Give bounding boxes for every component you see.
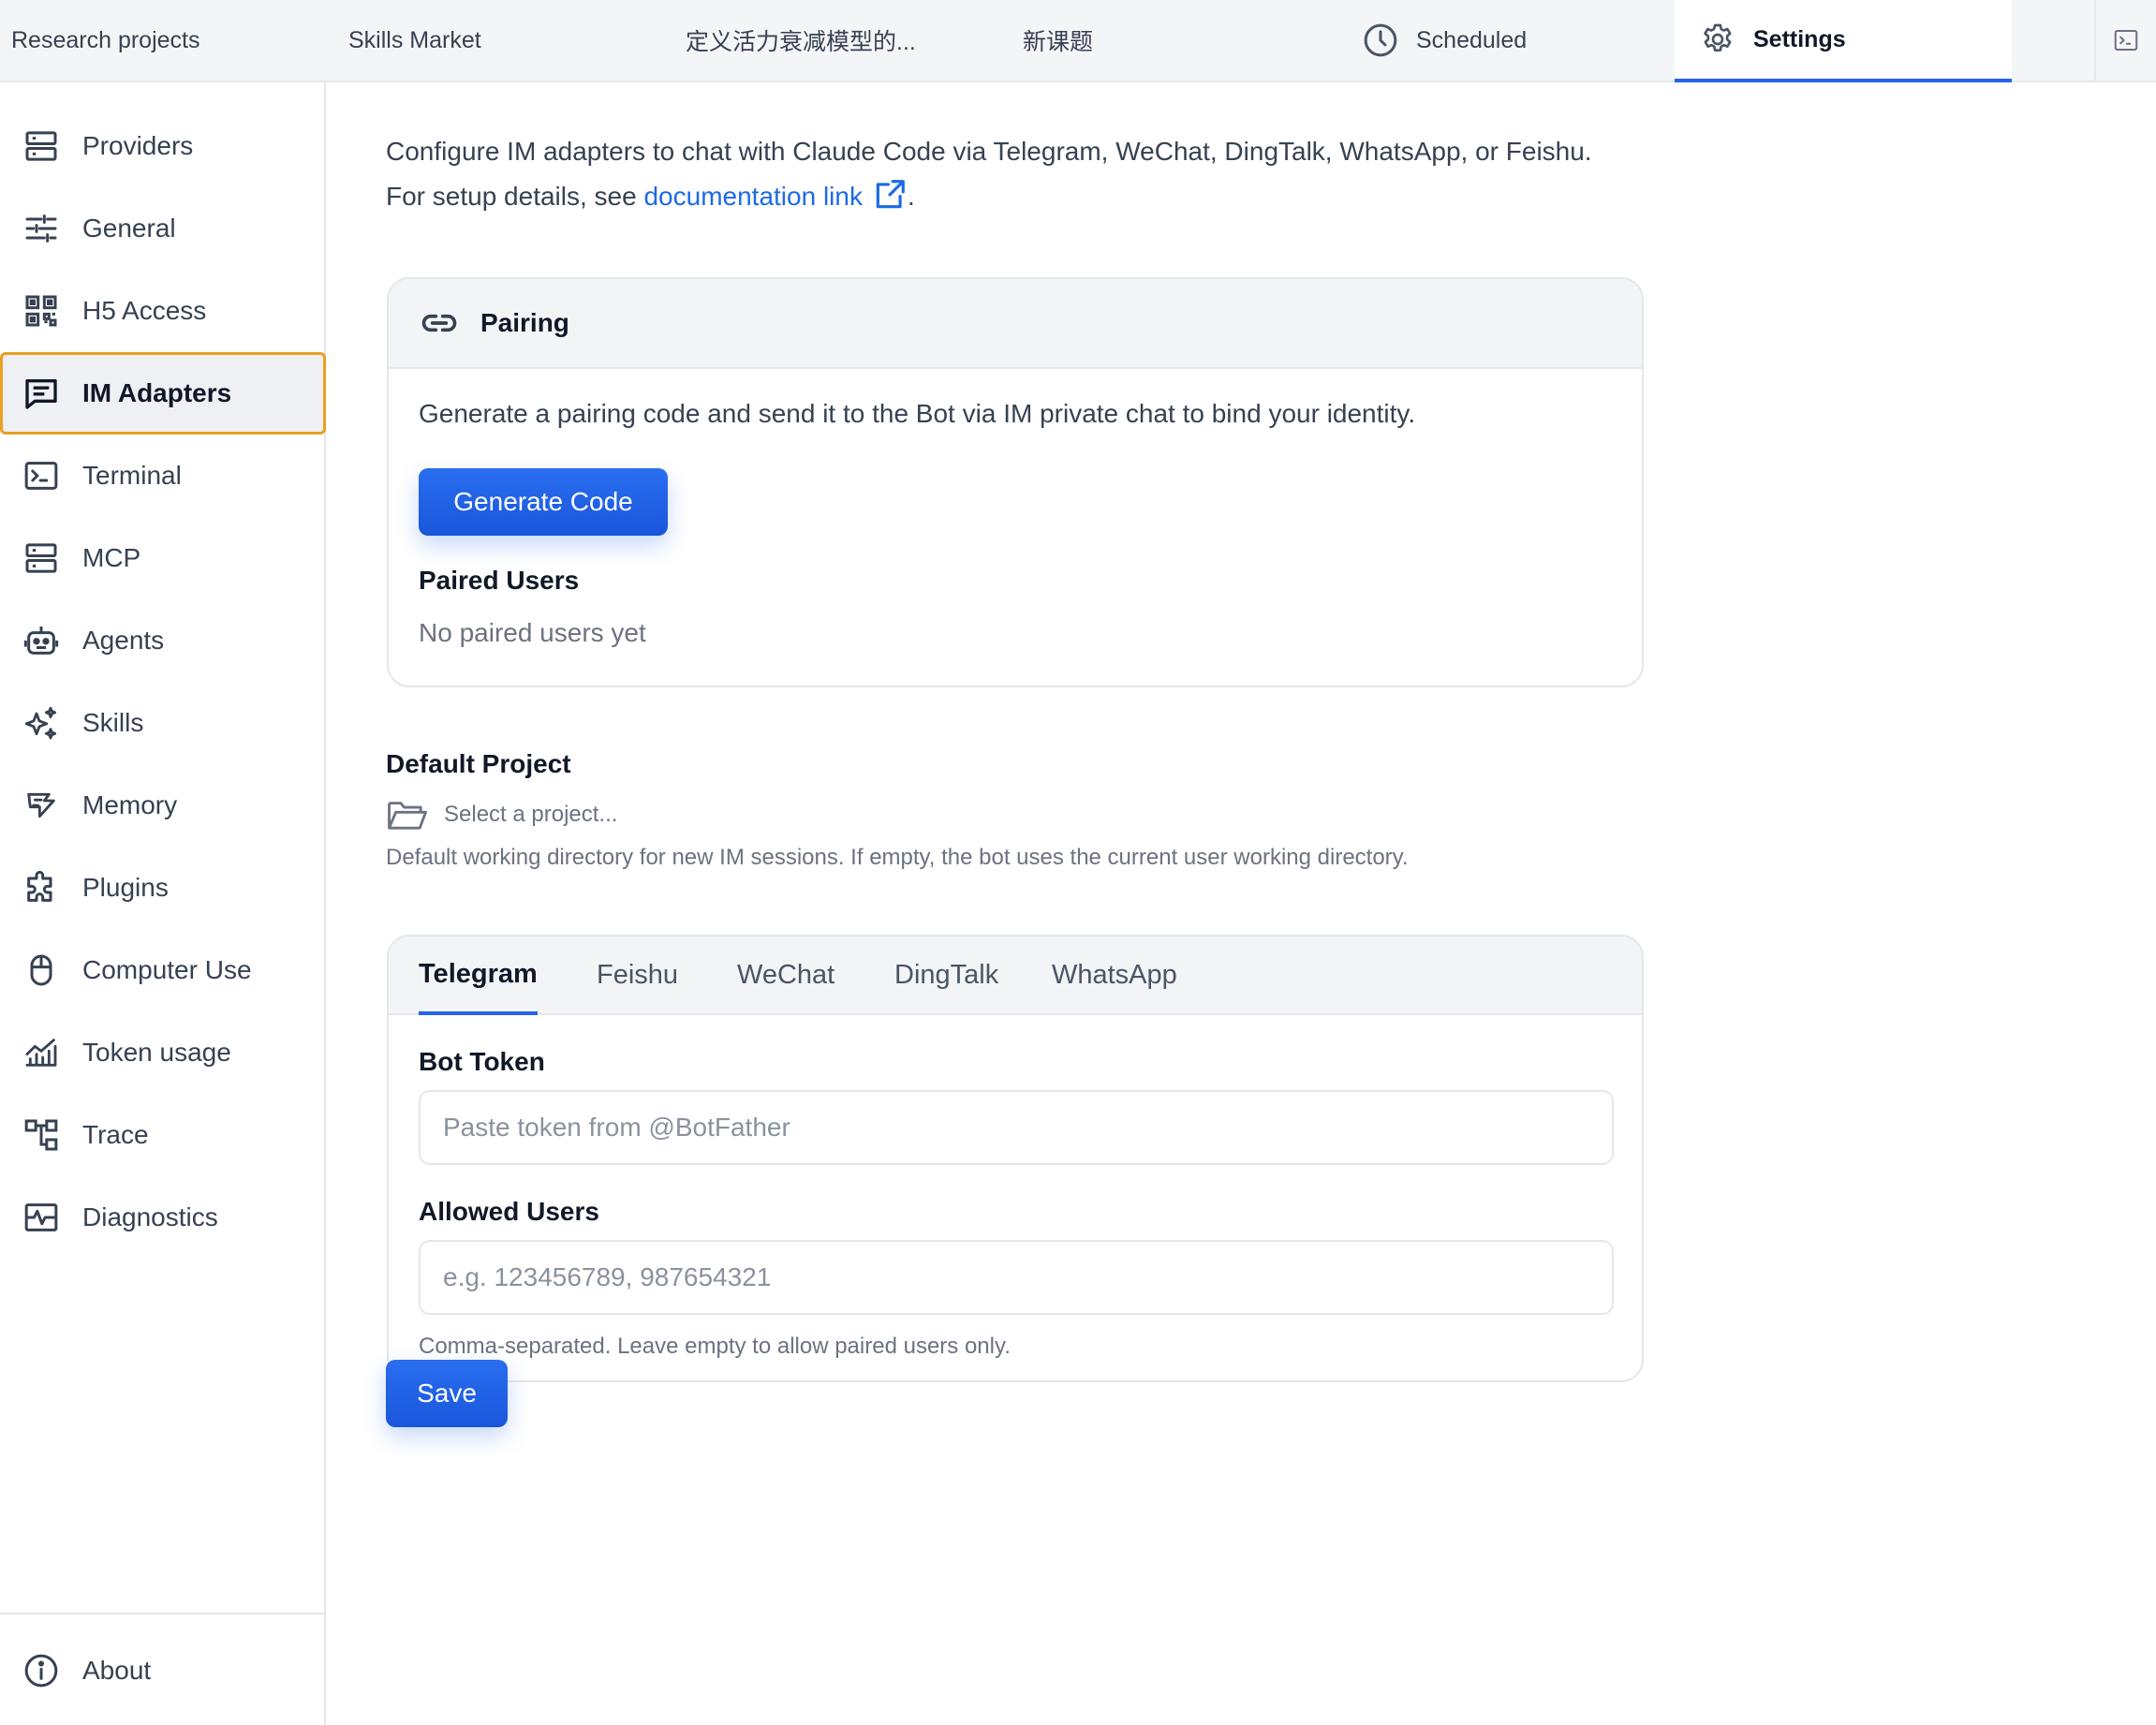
paired-users-title: Paired Users: [419, 566, 580, 595]
allowed-users-help: Comma-separated. Leave empty to allow pa…: [419, 1334, 1011, 1359]
tab-label: 新课题: [1023, 29, 1094, 55]
puzzle-icon: [27, 870, 52, 902]
sidebar-item-h5-access[interactable]: H5 Access: [0, 270, 326, 352]
tab-label: 定义活力衰减模型的...: [686, 29, 916, 55]
sidebar-item-computer-use[interactable]: Computer Use: [0, 929, 326, 1011]
im-platform-tabs: Telegram Feishu WeChat DingTalk WhatsApp: [389, 936, 1642, 1015]
robot-icon: [23, 627, 59, 655]
default-project-help: Default working directory for new IM ses…: [386, 845, 1409, 870]
sidebar-item-label: Plugins: [82, 873, 169, 902]
tab-new-topic[interactable]: 新课题: [1023, 0, 1093, 81]
default-project-select[interactable]: Select a project...: [386, 794, 617, 835]
sidebar-item-label: Terminal: [82, 461, 182, 490]
sidebar-item-label: Skills: [82, 708, 144, 737]
pulse-icon: [24, 1203, 58, 1231]
folder-open-icon: [388, 802, 427, 830]
link-icon: [421, 314, 457, 332]
trace-icon: [24, 1119, 58, 1151]
default-project-title: Default Project: [386, 749, 571, 778]
bot-token-label: Bot Token: [419, 1047, 545, 1076]
pairing-header: Pairing: [389, 279, 1642, 369]
sidebar-item-label: Computer Use: [82, 955, 252, 984]
sidebar-item-about[interactable]: About: [0, 1629, 326, 1712]
tab-label: Skills Market: [348, 26, 481, 53]
adapter-config-card: Telegram Feishu WeChat DingTalk WhatsApp…: [387, 935, 1644, 1382]
sidebar-item-label: IM Adapters: [82, 378, 232, 407]
default-project-placeholder: Select a project...: [444, 802, 618, 827]
pairing-title: Pairing: [480, 308, 569, 337]
tab-settings[interactable]: Settings: [1675, 0, 2012, 82]
sidebar-item-label: About: [82, 1656, 152, 1685]
sidebar-item-terminal[interactable]: Terminal: [0, 435, 326, 517]
allowed-users-label: Allowed Users: [419, 1197, 599, 1226]
sidebar-item-label: Token usage: [82, 1038, 231, 1067]
tab-label: Research projects: [11, 26, 200, 53]
gear-icon: [1704, 23, 1732, 52]
intro-end: .: [907, 182, 915, 211]
sidebar-item-memory[interactable]: Memory: [0, 764, 326, 847]
intro-text: Configure IM adapters to chat with Claud…: [386, 129, 1603, 219]
clock-icon: [1364, 23, 1397, 57]
sidebar-item-token-usage[interactable]: Token usage: [0, 1011, 326, 1094]
sparkles-icon: [24, 706, 57, 740]
terminal-icon: [24, 462, 58, 490]
chart-icon: [25, 1039, 57, 1067]
mouse-icon: [30, 954, 52, 986]
tab-whatsapp[interactable]: WhatsApp: [1052, 936, 1177, 1013]
server-icon: [25, 131, 57, 161]
sidebar-item-trace[interactable]: Trace: [0, 1094, 326, 1176]
tab-research-projects[interactable]: Research projects: [11, 0, 199, 81]
documentation-link[interactable]: documentation link: [643, 180, 907, 211]
sidebar-item-label: Diagnostics: [82, 1202, 218, 1231]
pairing-description: Generate a pairing code and send it to t…: [419, 399, 1416, 428]
sidebar-footer: About: [0, 1613, 324, 1725]
settings-sidebar: Providers General H5 Access IM Adapters …: [0, 82, 326, 1725]
save-button[interactable]: Save: [386, 1360, 508, 1427]
paired-users-empty: No paired users yet: [419, 618, 646, 647]
terminal-panel-icon: [2114, 30, 2138, 51]
tab-label: Settings: [1753, 25, 1846, 52]
sidebar-item-label: Trace: [82, 1120, 149, 1149]
external-link-icon: [876, 180, 905, 209]
sidebar-item-diagnostics[interactable]: Diagnostics: [0, 1176, 326, 1259]
tab-skills-market[interactable]: Skills Market: [348, 0, 481, 81]
pairing-card: Pairing Generate a pairing code and send…: [387, 277, 1644, 687]
sidebar-item-agents[interactable]: Agents: [0, 599, 326, 682]
chat-icon: [25, 379, 57, 409]
sidebar-item-im-adapters[interactable]: IM Adapters: [0, 352, 326, 435]
brain-icon: [27, 792, 55, 818]
sidebar-item-label: Providers: [82, 131, 194, 160]
sidebar-item-mcp[interactable]: MCP: [0, 517, 326, 599]
top-tab-bar: Research projects Skills Market 定义活力衰减模型…: [0, 0, 2156, 82]
documentation-link-label: documentation link: [643, 182, 863, 211]
tab-dingtalk[interactable]: DingTalk: [894, 936, 998, 1013]
settings-content: Configure IM adapters to chat with Claud…: [328, 82, 2156, 1725]
tab-telegram[interactable]: Telegram: [419, 936, 538, 1015]
sliders-icon: [25, 214, 57, 243]
bot-token-input[interactable]: [419, 1090, 1614, 1165]
sidebar-item-label: H5 Access: [82, 296, 207, 325]
server-icon: [25, 543, 57, 573]
tab-vitality-decay-model[interactable]: 定义活力衰减模型的...: [686, 0, 916, 81]
tab-wechat[interactable]: WeChat: [737, 936, 834, 1013]
allowed-users-input[interactable]: [419, 1240, 1614, 1315]
sidebar-item-label: MCP: [82, 543, 141, 572]
sidebar-item-general[interactable]: General: [0, 187, 326, 270]
sidebar-item-providers[interactable]: Providers: [0, 105, 326, 187]
sidebar-item-label: General: [82, 214, 176, 243]
sidebar-item-skills[interactable]: Skills: [0, 682, 326, 764]
sidebar-item-label: Agents: [82, 626, 165, 655]
info-icon: [24, 1654, 58, 1688]
generate-code-button[interactable]: Generate Code: [419, 468, 668, 536]
sidebar-item-label: Memory: [82, 790, 178, 819]
tab-feishu[interactable]: Feishu: [597, 936, 678, 1013]
qr-code-icon: [25, 295, 57, 327]
tab-scheduled[interactable]: Scheduled: [1362, 0, 1527, 81]
sidebar-item-plugins[interactable]: Plugins: [0, 847, 326, 929]
intro-body: Configure IM adapters to chat with Claud…: [386, 137, 1592, 211]
tab-label: Scheduled: [1416, 26, 1528, 53]
terminal-panel-button[interactable]: [2094, 0, 2156, 81]
